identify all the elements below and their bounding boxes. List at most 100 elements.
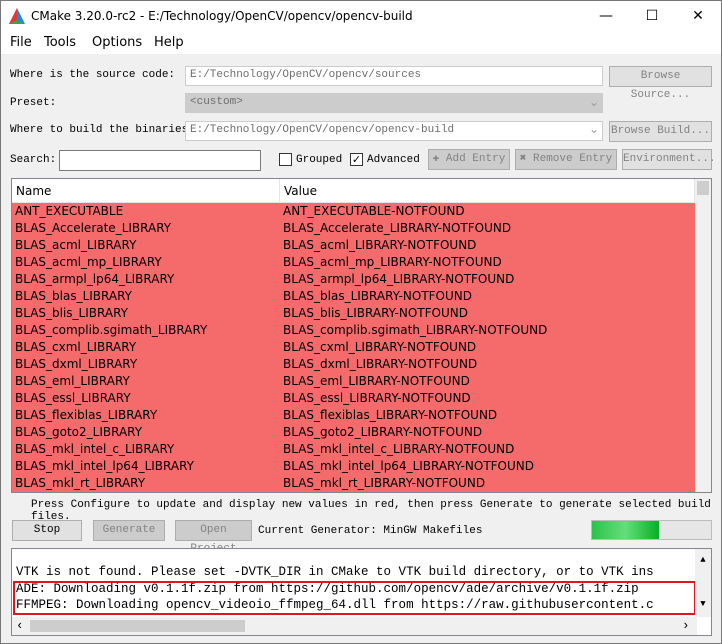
column-header-value[interactable]: Value [280, 179, 695, 202]
cache-table: Name Value ANT_EXECUTABLE ANT_EXECUTABLE-… [11, 178, 712, 493]
current-generator: Current Generator: MinGW Makefiles [258, 525, 483, 537]
grouped-checkbox[interactable] [279, 153, 292, 166]
advanced-checkbox[interactable]: ✓ [350, 153, 363, 166]
cmake-logo-icon [9, 8, 25, 24]
cell-value[interactable]: ANT_EXECUTABLE-NOTFOUND [280, 203, 695, 220]
cell-value[interactable]: BLAS_eml_LIBRARY-NOTFOUND [280, 373, 695, 390]
cell-name: BLAS_mkl_intel_c_LIBRARY [15, 442, 175, 456]
cell-name: BLAS_flexiblas_LIBRARY [15, 408, 158, 422]
cell-name: BLAS_mkl_rt_LIBRARY [15, 476, 146, 490]
cell-value[interactable]: BLAS_blas_LIBRARY-NOTFOUND [280, 288, 695, 305]
cell-value[interactable]: BLAS_mkl_intel_lp64_LIBRARY-NOTFOUND [280, 458, 695, 475]
search-label: Search: [10, 154, 57, 166]
table-row[interactable]: BLAS_Accelerate_LIBRARY BLAS_Accelerate_L… [12, 220, 711, 237]
table-row[interactable]: BLAS_goto2_LIBRARY BLAS_goto2_LIBRARY-NOT… [12, 424, 711, 441]
add-entry-button[interactable]: ✚ Add Entry [428, 149, 510, 170]
table-row[interactable]: BLAS_eml_LIBRARY BLAS_eml_LIBRARY-NOTFOUN… [12, 373, 711, 390]
cell-value[interactable]: BLAS_essl_LIBRARY-NOTFOUND [280, 390, 695, 407]
highlight-box [13, 581, 696, 615]
maximize-button[interactable]: ☐ [629, 1, 675, 32]
table-row[interactable]: BLAS_mkl_intel_lp64_LIBRARY BLAS_mkl_inte… [12, 458, 711, 475]
close-button[interactable]: ✕ [675, 1, 721, 32]
menu-tools[interactable]: Tools [44, 35, 76, 50]
table-row[interactable]: BLAS_acml_mp_LIBRARY BLAS_acml_mp_LIBRARY… [12, 254, 711, 271]
preset-select[interactable]: <custom> [185, 93, 603, 113]
stop-button[interactable]: Stop [12, 520, 82, 541]
table-row[interactable]: BLAS_blis_LIBRARY BLAS_blis_LIBRARY-NOTFO… [12, 305, 711, 322]
cell-value[interactable]: BLAS_dxml_LIBRARY-NOTFOUND [280, 356, 695, 373]
window-title: CMake 3.20.0-rc2 - E:/Technology/OpenCV/… [31, 9, 413, 23]
chevron-up-icon: ▲ [700, 555, 706, 565]
cell-value[interactable]: BLAS_goto2_LIBRARY-NOTFOUND [280, 424, 695, 441]
remove-icon: ✖ [519, 153, 533, 165]
output-log[interactable]: VTK is not found. Please set -DVTK_DIR i… [11, 548, 712, 636]
cell-value[interactable]: BLAS_cxml_LIBRARY-NOTFOUND [280, 339, 695, 356]
output-hscrollbar[interactable]: ‹ › [12, 617, 697, 635]
cell-name: BLAS_cxml_LIBRARY [15, 340, 137, 354]
cell-name: BLAS_Accelerate_LIBRARY [15, 221, 172, 235]
search-input[interactable] [59, 150, 261, 171]
title-bar: CMake 3.20.0-rc2 - E:/Technology/OpenCV/… [1, 1, 721, 32]
chevron-left-icon: ‹ [16, 619, 24, 633]
menu-file[interactable]: File [10, 35, 32, 50]
cell-value[interactable]: BLAS_Accelerate_LIBRARY-NOTFOUND [280, 220, 695, 237]
browse-source-button[interactable]: Browse Source... [609, 66, 712, 101]
source-input[interactable]: E:/Technology/OpenCV/opencv/sources [185, 66, 603, 86]
cell-name: BLAS_complib.sgimath_LIBRARY [15, 323, 208, 337]
add-entry-label: Add Entry [445, 153, 506, 165]
table-row[interactable]: ANT_EXECUTABLE ANT_EXECUTABLE-NOTFOUND [12, 203, 711, 220]
cell-name: BLAS_eml_LIBRARY [15, 374, 130, 388]
table-row[interactable]: BLAS_flexiblas_LIBRARY BLAS_flexiblas_LIB… [12, 407, 711, 424]
cell-name: BLAS_goto2_LIBRARY [15, 425, 143, 439]
cell-name: BLAS_acml_LIBRARY [15, 238, 137, 252]
cell-name: BLAS_armpl_lp64_LIBRARY [15, 272, 175, 286]
browse-build-button[interactable]: Browse Build... [609, 121, 712, 142]
scroll-thumb[interactable] [30, 620, 245, 632]
cell-name: ANT_EXECUTABLE [15, 204, 124, 218]
cell-name: BLAS_dxml_LIBRARY [15, 357, 138, 371]
progress-fill [592, 521, 659, 539]
minimize-button[interactable]: — [583, 1, 629, 32]
table-scrollbar[interactable] [695, 179, 711, 492]
table-row[interactable]: BLAS_essl_LIBRARY BLAS_essl_LIBRARY-NOTFO… [12, 390, 711, 407]
output-vscrollbar[interactable]: ▲ ▼ [695, 549, 711, 617]
cell-value[interactable]: BLAS_flexiblas_LIBRARY-NOTFOUND [280, 407, 695, 424]
remove-entry-label: Remove Entry [533, 153, 613, 165]
table-row[interactable]: BLAS_armpl_lp64_LIBRARY BLAS_armpl_lp64_L… [12, 271, 711, 288]
source-label: Where is the source code: [10, 69, 176, 81]
build-combo[interactable]: E:/Technology/OpenCV/opencv/opencv-build [185, 121, 603, 141]
cell-value[interactable]: BLAS_mkl_rt_LIBRARY-NOTFOUND [280, 475, 695, 492]
table-row[interactable]: BLAS_mkl_intel_c_LIBRARY BLAS_mkl_intel_c… [12, 441, 711, 458]
table-row[interactable]: BLAS_blas_LIBRARY BLAS_blas_LIBRARY-NOTFO… [12, 288, 711, 305]
advanced-label: Advanced [367, 154, 420, 166]
generate-button[interactable]: Generate [93, 520, 165, 541]
plus-icon: ✚ [432, 153, 446, 165]
menu-options[interactable]: Options [92, 35, 142, 50]
table-row[interactable]: BLAS_complib.sgimath_LIBRARY BLAS_complib… [12, 322, 711, 339]
cell-name: BLAS_mkl_intel_lp64_LIBRARY [15, 459, 194, 473]
column-header-name[interactable]: Name [12, 179, 280, 202]
cell-value[interactable]: BLAS_blis_LIBRARY-NOTFOUND [280, 305, 695, 322]
table-row[interactable]: BLAS_acml_LIBRARY BLAS_acml_LIBRARY-NOTFO… [12, 237, 711, 254]
table-row[interactable]: BLAS_dxml_LIBRARY BLAS_dxml_LIBRARY-NOTFO… [12, 356, 711, 373]
cell-value[interactable]: BLAS_mkl_intel_c_LIBRARY-NOTFOUND [280, 441, 695, 458]
chevron-down-icon: ▼ [700, 599, 706, 609]
cell-name: BLAS_acml_mp_LIBRARY [15, 255, 162, 269]
cell-value[interactable]: BLAS_acml_LIBRARY-NOTFOUND [280, 237, 695, 254]
cell-value[interactable]: BLAS_complib.sgimath_LIBRARY-NOTFOUND [280, 322, 695, 339]
grouped-label: Grouped [296, 154, 343, 166]
remove-entry-button[interactable]: ✖ Remove Entry [515, 149, 617, 170]
table-row[interactable]: BLAS_mkl_rt_LIBRARY BLAS_mkl_rt_LIBRARY-N… [12, 475, 711, 492]
menu-help[interactable]: Help [154, 35, 184, 50]
cell-value[interactable]: BLAS_acml_mp_LIBRARY-NOTFOUND [280, 254, 695, 271]
cell-name: BLAS_blis_LIBRARY [15, 306, 128, 320]
environment-button[interactable]: Environment... [622, 149, 715, 170]
open-project-button[interactable]: Open Project [175, 520, 252, 555]
cell-name: BLAS_essl_LIBRARY [15, 391, 131, 405]
cell-value[interactable]: BLAS_armpl_lp64_LIBRARY-NOTFOUND [280, 271, 695, 288]
chevron-down-icon: ⌄ [589, 95, 600, 109]
chevron-down-icon: ⌄ [589, 122, 600, 136]
table-row[interactable]: BLAS_cxml_LIBRARY BLAS_cxml_LIBRARY-NOTFO… [12, 339, 711, 356]
progress-bar [591, 520, 712, 540]
chevron-right-icon: › [682, 619, 690, 633]
